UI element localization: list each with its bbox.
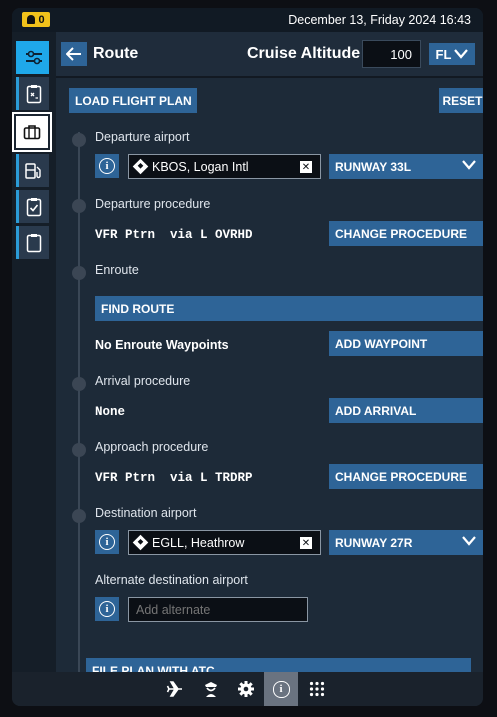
cruise-altitude-label: Cruise Altitude [247,45,361,62]
route-header: Route Cruise Altitude 100 FL [56,32,483,76]
status-bar: 0 December 13, Friday 2024 16:43 [12,8,483,32]
datetime: December 13, Friday 2024 16:43 [288,13,471,27]
reset-button[interactable]: RESET [439,88,483,113]
efb-window: 0 December 13, Friday 2024 16:43 Route C… [12,8,483,706]
route-panel: Route Cruise Altitude 100 FL LOAD FLIGHT… [56,32,483,672]
timeline-dot [72,509,86,523]
fuel-payload-icon [25,162,41,179]
approach-value: VFR Ptrn via L TRDRP [95,471,253,485]
clear-icon[interactable]: ✕ [300,161,312,173]
departure-procedure-value: VFR Ptrn via L OVRHD [95,228,253,242]
sidebar [12,32,56,672]
load-flight-plan-button[interactable]: LOAD FLIGHT PLAN [69,88,197,113]
bottom-toolbar: i [12,672,483,706]
timeline-dot [72,443,86,457]
info-icon: i [99,601,115,617]
chevron-down-icon [462,160,476,170]
settings-button[interactable] [229,672,263,706]
altitude-unit-label: FL [435,46,452,62]
arrival-label: Arrival procedure [95,374,191,388]
destination-runway-value: RUNWAY 27R [335,535,413,550]
destination-airport-value: EGLL, Heathrow [152,535,245,550]
grid-icon [309,681,325,697]
clipboard-icon [26,233,42,252]
departure-runway-dropdown[interactable]: RUNWAY 33L [329,154,483,179]
timeline-dot [72,377,86,391]
destination-runway-dropdown[interactable]: RUNWAY 27R [329,530,483,555]
timeline-dot [72,199,86,213]
back-button[interactable] [61,42,87,66]
airport-diamond-icon [132,534,149,551]
departure-airport-field[interactable]: KBOS, Logan Intl ✕ [128,154,321,179]
change-approach-procedure-button[interactable]: CHANGE PROCEDURE [329,464,483,489]
departure-airport-value: KBOS, Logan Intl [152,159,249,174]
approach-label: Approach procedure [95,440,209,454]
destination-info-button[interactable]: i [95,530,119,554]
sidebar-item-clipboard-check[interactable] [16,190,49,223]
page-title: Route [93,45,139,62]
timeline-dot [72,266,86,280]
checklist-x-icon [26,84,42,103]
alternate-airport-input[interactable] [128,597,308,622]
info-icon: i [99,158,115,174]
info-button[interactable]: i [264,672,298,706]
altitude-unit-dropdown[interactable]: FL [429,43,475,65]
sliders-icon [26,50,42,64]
alternate-info-button[interactable]: i [95,597,119,621]
arrival-value: None [95,405,126,419]
flight-button[interactable] [158,672,192,706]
find-route-button[interactable]: FIND ROUTE [95,296,483,321]
info-icon: i [272,680,290,698]
add-arrival-button[interactable]: ADD ARRIVAL [329,398,483,423]
sidebar-item-fuel-payload[interactable] [16,154,49,187]
briefcase-icon [23,125,41,140]
airplane-icon [166,681,182,697]
pilot-icon [205,682,217,697]
sidebar-item-clipboard[interactable] [16,226,49,259]
sidebar-item-checklist[interactable] [16,77,49,110]
departure-info-button[interactable]: i [95,154,119,178]
add-waypoint-button[interactable]: ADD WAYPOINT [329,331,483,356]
bell-icon [27,15,36,24]
timeline-dot [72,133,86,147]
sidebar-item-route-settings[interactable] [16,41,49,74]
cruise-altitude-input[interactable]: 100 [362,40,421,68]
timeline-line [78,132,80,672]
enroute-label: Enroute [95,263,139,277]
notification-badge[interactable]: 0 [22,12,50,27]
change-departure-procedure-button[interactable]: CHANGE PROCEDURE [329,221,483,246]
clear-icon[interactable]: ✕ [300,537,312,549]
info-icon: i [99,534,115,550]
arrow-left-icon [66,47,81,61]
enroute-value: No Enroute Waypoints [95,338,229,352]
departure-runway-value: RUNWAY 33L [335,159,412,174]
chevron-down-icon [462,536,476,546]
file-plan-button[interactable]: FILE PLAN WITH ATC [86,658,471,672]
sidebar-item-briefcase[interactable] [12,112,52,152]
notification-count: 0 [38,13,45,26]
departure-label: Departure airport [95,130,190,144]
destination-airport-field[interactable]: EGLL, Heathrow ✕ [128,530,321,555]
clipboard-check-icon [26,197,42,216]
gear-icon [238,681,254,697]
chevron-down-icon [454,49,469,59]
airport-diamond-icon [132,158,149,175]
apps-button[interactable] [300,672,334,706]
pilot-button[interactable] [194,672,228,706]
destination-label: Destination airport [95,506,197,520]
header-divider [56,76,483,78]
alternate-label: Alternate destination airport [95,573,248,587]
departure-procedure-label: Departure procedure [95,197,211,211]
